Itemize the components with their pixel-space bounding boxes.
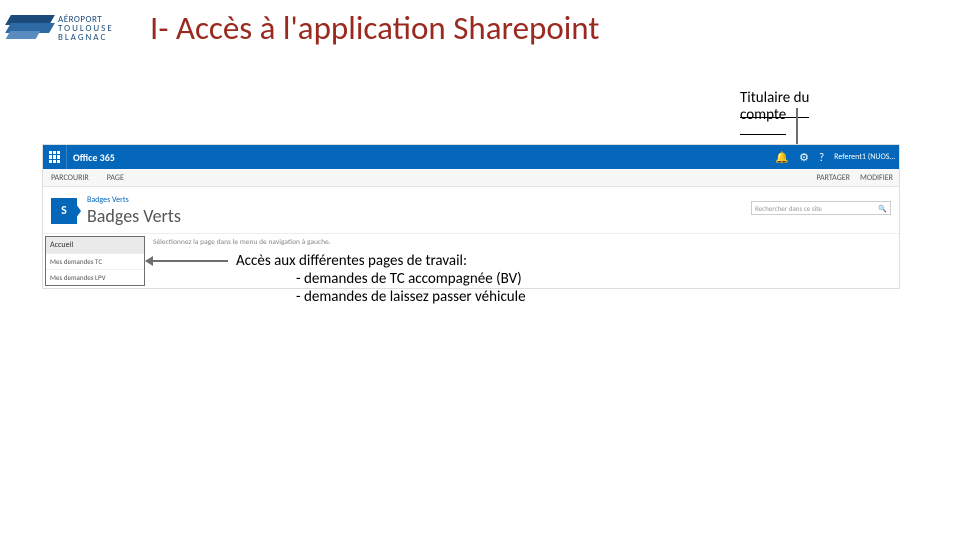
sharepoint-screenshot: Office 365 🔔 ⚙ ? Referent1 (NUOS… PARCOU…	[42, 144, 900, 289]
slide-header: AÉROPORT TOULOUSE BLAGNAC I- Accès à l'a…	[8, 6, 599, 50]
search-placeholder: Rechercher dans ce site	[755, 204, 822, 213]
callout-account-text: Titulaire du compte	[740, 89, 809, 135]
ribbon-tabs: PARCOURIR PAGE PARTAGER MODIFIER	[43, 169, 899, 187]
logo-mark-icon	[8, 11, 52, 45]
nav-item-lpv[interactable]: Mes demandes LPV	[46, 269, 144, 285]
site-header: S Badges Verts Badges Verts Rechercher d…	[43, 187, 899, 234]
o365-brand-label: Office 365	[73, 151, 115, 164]
tab-page[interactable]: PAGE	[107, 173, 124, 183]
search-icon: 🔍	[878, 204, 887, 213]
callout-account-holder: Titulaire du compte	[740, 90, 850, 126]
nav-home[interactable]: Accueil	[46, 237, 144, 253]
logo-line-3: BLAGNAC	[58, 33, 114, 42]
callout-pages-lpv: - demandes de laissez passer véhicule	[296, 288, 576, 306]
account-user-label[interactable]: Referent1 (NUOS…	[834, 152, 895, 162]
site-title: Badges Verts	[87, 205, 181, 227]
app-launcher-button[interactable]	[43, 145, 67, 169]
tab-browse[interactable]: PARCOURIR	[51, 173, 89, 183]
site-breadcrumb[interactable]: Badges Verts	[87, 195, 181, 205]
logo-text: AÉROPORT TOULOUSE BLAGNAC	[58, 15, 114, 42]
main-hint-text: Sélectionnez la page dans le menu de nav…	[153, 238, 331, 247]
airport-logo: AÉROPORT TOULOUSE BLAGNAC	[8, 6, 138, 50]
sharepoint-tile-icon[interactable]: S	[51, 198, 77, 224]
share-button[interactable]: PARTAGER	[816, 173, 850, 183]
content-area: Accueil Mes demandes TC Mes demandes LPV…	[43, 234, 899, 288]
settings-icon[interactable]: ⚙	[799, 151, 809, 164]
o365-suite-bar: Office 365 🔔 ⚙ ? Referent1 (NUOS…	[43, 145, 899, 169]
slide-title: I- Accès à l'application Sharepoint	[150, 8, 599, 48]
notifications-icon[interactable]: 🔔	[775, 151, 789, 164]
left-navigation: Accueil Mes demandes TC Mes demandes LPV	[45, 236, 145, 286]
edit-button[interactable]: MODIFIER	[860, 173, 893, 183]
waffle-icon	[49, 151, 61, 163]
nav-item-tc[interactable]: Mes demandes TC	[46, 253, 144, 269]
main-content: Sélectionnez la page dans le menu de nav…	[145, 234, 899, 288]
help-icon[interactable]: ?	[819, 151, 824, 164]
search-input[interactable]: Rechercher dans ce site 🔍	[751, 201, 891, 215]
